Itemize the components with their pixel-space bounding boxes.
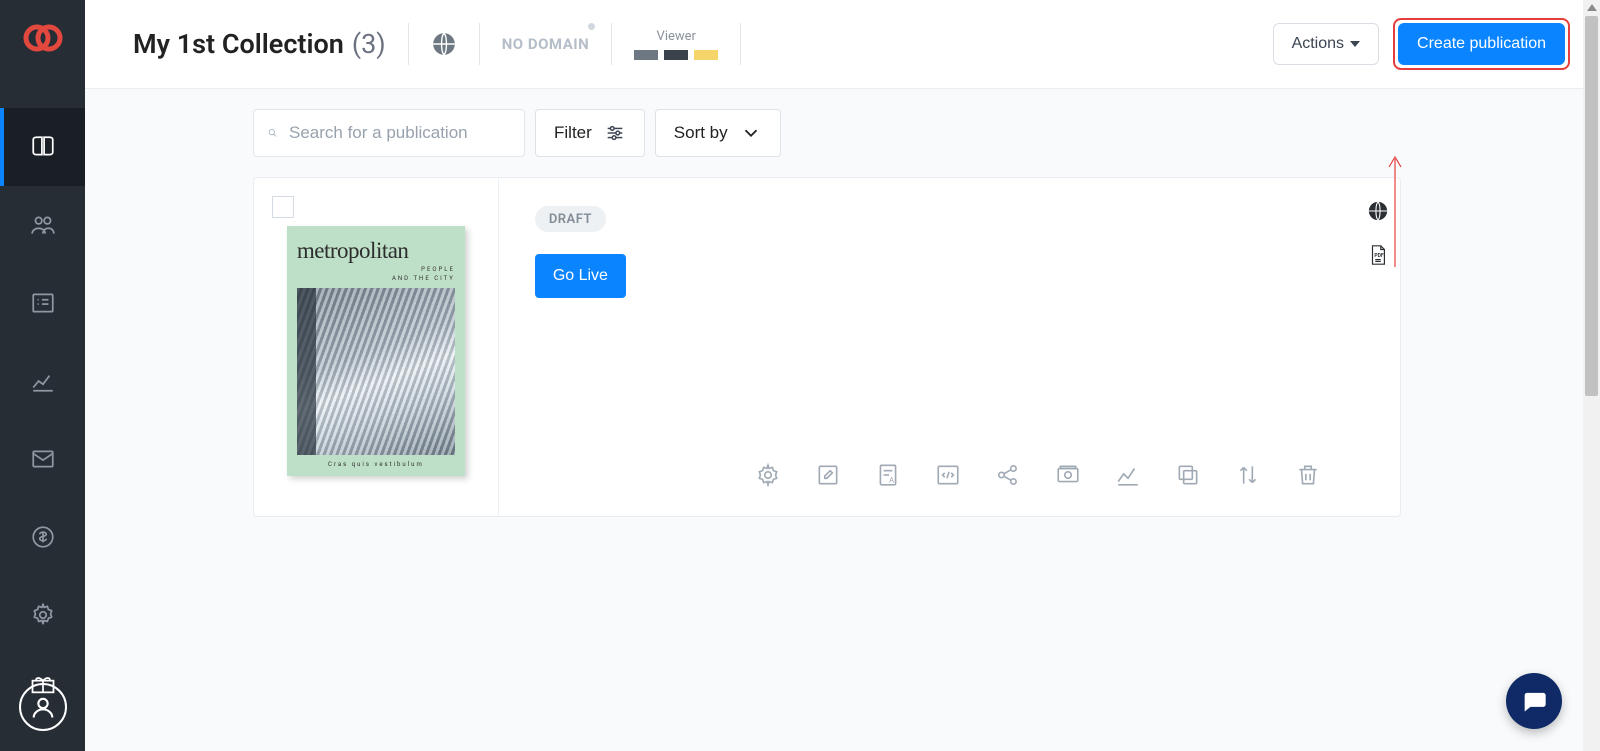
create-highlight: Create publication: [1393, 18, 1570, 70]
sort-label: Sort by: [674, 123, 728, 143]
search-box[interactable]: [253, 109, 525, 157]
swatch: [664, 50, 688, 60]
mail-icon: [30, 446, 56, 472]
pdf-icon[interactable]: PDF: [1367, 244, 1389, 266]
viewer-label: Viewer: [657, 29, 696, 44]
search-icon: [268, 122, 277, 144]
logo-icon: [23, 18, 63, 58]
theme-swatches: [634, 50, 718, 60]
publication-cover[interactable]: metropolitan PEOPLE AND THE CITY Cras qu…: [287, 226, 465, 476]
viewer-theme[interactable]: Viewer: [634, 29, 718, 60]
gear-icon[interactable]: [755, 462, 781, 488]
toolbar: Filter Sort by: [253, 109, 1528, 157]
chevron-down-icon: [1350, 41, 1360, 47]
chat-icon: [1520, 687, 1548, 715]
card-body: DRAFT Go Live A: [499, 178, 1357, 516]
separator: [611, 23, 612, 65]
people-icon: [30, 212, 56, 238]
cover-title: metropolitan: [297, 238, 455, 264]
sliders-icon: [604, 122, 626, 144]
trash-icon[interactable]: [1295, 462, 1321, 488]
nav-publications[interactable]: [0, 108, 85, 186]
separator: [479, 23, 480, 65]
main: My 1st Collection (3) NO DOMAIN Viewer A…: [85, 0, 1600, 751]
cover-sub2: AND THE CITY: [297, 275, 455, 282]
status-badge: DRAFT: [535, 206, 606, 232]
card-cover-area: metropolitan PEOPLE AND THE CITY Cras qu…: [254, 178, 499, 516]
filter-label: Filter: [554, 123, 592, 143]
card-side-actions: PDF: [1357, 178, 1400, 516]
filter-button[interactable]: Filter: [535, 109, 645, 157]
cover-sub1: PEOPLE: [297, 266, 455, 273]
separator: [740, 23, 741, 65]
edit-icon[interactable]: [815, 462, 841, 488]
nav-list[interactable]: [0, 264, 85, 342]
share-icon[interactable]: [995, 462, 1021, 488]
card-action-row: A: [535, 462, 1321, 488]
collection-count: (3): [352, 28, 386, 60]
user-icon: [29, 693, 57, 721]
cover-image: [297, 288, 455, 455]
avatar[interactable]: [19, 683, 67, 731]
list-icon: [30, 290, 56, 316]
publication-card: metropolitan PEOPLE AND THE CITY Cras qu…: [253, 177, 1401, 517]
nav-people[interactable]: [0, 186, 85, 264]
domain-status[interactable]: NO DOMAIN: [502, 35, 590, 53]
sort-button[interactable]: Sort by: [655, 109, 781, 157]
swatch: [694, 50, 718, 60]
nav-mail[interactable]: [0, 420, 85, 498]
create-publication-button[interactable]: Create publication: [1398, 23, 1565, 65]
go-live-button[interactable]: Go Live: [535, 254, 626, 298]
nav-settings[interactable]: [0, 576, 85, 654]
analytics-icon[interactable]: [1115, 462, 1141, 488]
gear-icon: [30, 602, 56, 628]
globe-icon[interactable]: [1367, 200, 1389, 222]
nav-analytics[interactable]: [0, 342, 85, 420]
header: My 1st Collection (3) NO DOMAIN Viewer A…: [85, 0, 1600, 89]
document-icon[interactable]: A: [875, 462, 901, 488]
separator: [408, 23, 409, 65]
actions-dropdown[interactable]: Actions: [1273, 23, 1379, 65]
sidebar-user[interactable]: [0, 683, 85, 731]
book-icon: [30, 134, 56, 160]
scroll-thumb[interactable]: [1585, 16, 1598, 396]
svg-text:PDF: PDF: [1375, 253, 1385, 259]
gift-icon: [29, 669, 57, 697]
scrollbar[interactable]: [1583, 0, 1600, 751]
logo[interactable]: [0, 18, 85, 58]
chart-line-icon: [30, 368, 56, 394]
swatch: [634, 50, 658, 60]
page-title: My 1st Collection (3): [133, 28, 386, 60]
globe-icon[interactable]: [431, 31, 457, 57]
copy-icon[interactable]: [1175, 462, 1201, 488]
content: Filter Sort by metropolitan PEOPLE AND T…: [85, 89, 1600, 751]
actions-label: Actions: [1292, 35, 1344, 53]
svg-text:A: A: [889, 476, 894, 485]
chevron-down-icon: [740, 122, 762, 144]
embed-icon[interactable]: [935, 462, 961, 488]
collection-title: My 1st Collection: [133, 28, 344, 60]
cover-footer: Cras quis vestibulum: [297, 461, 455, 468]
select-checkbox[interactable]: [272, 196, 294, 218]
reorder-icon[interactable]: [1235, 462, 1261, 488]
nav-billing[interactable]: [0, 498, 85, 576]
search-input[interactable]: [289, 123, 510, 143]
chat-fab[interactable]: [1506, 673, 1562, 729]
dollar-icon: [30, 524, 56, 550]
sidebar: [0, 0, 85, 751]
scroll-up-icon[interactable]: [1587, 4, 1597, 11]
media-icon[interactable]: [1055, 462, 1081, 488]
